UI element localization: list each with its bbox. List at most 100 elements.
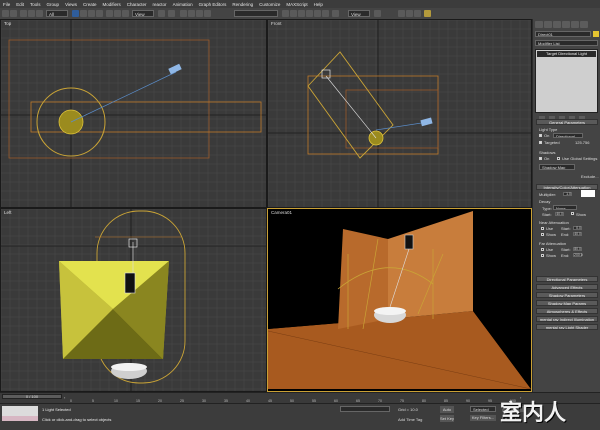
snaps-toggle-icon[interactable]	[180, 10, 187, 17]
use-global-settings-checkbox[interactable]	[557, 157, 560, 160]
select-object-icon[interactable]	[72, 10, 79, 17]
rollout-shadow-map-params[interactable]: Shadow Map Params	[536, 300, 598, 306]
material-editor-icon[interactable]	[322, 10, 329, 17]
menu-item-create[interactable]: Create	[80, 2, 100, 7]
rollout-mental-ray-indirect[interactable]: mental ray Indirect Illumination	[536, 316, 598, 322]
window-crossing-icon[interactable]	[96, 10, 103, 17]
menu-item-file[interactable]: File	[0, 2, 13, 7]
targeted-checkbox[interactable]	[539, 141, 542, 144]
viewport-label-top[interactable]: Top	[4, 21, 11, 26]
near-start-spinner[interactable]: 0.0	[573, 226, 582, 230]
shadows-on-checkbox[interactable]	[539, 157, 542, 160]
maxscript-input-mini[interactable]	[2, 416, 38, 421]
decay-type-dropdown[interactable]: None	[553, 205, 577, 210]
object-color-swatch[interactable]	[593, 31, 599, 37]
select-scale-icon[interactable]	[122, 10, 129, 17]
rollout-shadow-parameters[interactable]: Shadow Parameters	[536, 292, 598, 298]
light-type-dropdown[interactable]: Directional	[553, 133, 583, 138]
key-mode-dropdown[interactable]: Selected	[470, 406, 496, 412]
modifier-list-dropdown[interactable]: Modifier List	[535, 40, 598, 46]
menu-item-reactor[interactable]: reactor	[150, 2, 170, 7]
rectangular-selection-icon[interactable]	[88, 10, 95, 17]
viewport-camera[interactable]: Camera01	[267, 208, 532, 392]
viewport-top[interactable]: Top	[0, 19, 267, 208]
time-slider[interactable]: 0 / 100	[2, 394, 62, 399]
far-start-spinner[interactable]: 80.0	[573, 247, 582, 251]
near-show-checkbox[interactable]	[541, 233, 544, 236]
angle-snap-icon[interactable]	[188, 10, 195, 17]
rollout-mental-ray-light-shader[interactable]: mental ray Light Shader	[536, 324, 598, 330]
hierarchy-tab-icon[interactable]	[553, 21, 561, 28]
menu-item-help[interactable]: Help	[311, 2, 326, 7]
align-icon[interactable]	[290, 10, 297, 17]
render-type-dropdown[interactable]: View	[348, 10, 370, 17]
redo-icon[interactable]	[10, 10, 17, 17]
motion-tab-icon[interactable]	[562, 21, 570, 28]
modifier-stack[interactable]: Target Directional Light	[535, 49, 598, 113]
paint-select-icon[interactable]	[406, 10, 413, 17]
far-show-checkbox[interactable]	[541, 254, 544, 257]
decay-start-spinner[interactable]: 40.0	[555, 212, 564, 216]
teapot-render-icon[interactable]	[424, 10, 431, 17]
menu-item-views[interactable]: Views	[62, 2, 80, 7]
modify-tab-icon[interactable]	[544, 21, 552, 28]
select-rotate-icon[interactable]	[114, 10, 121, 17]
maxscript-listener-mini[interactable]	[2, 406, 38, 416]
menu-item-rendering[interactable]: Rendering	[229, 2, 256, 7]
light-color-swatch[interactable]	[581, 190, 595, 197]
far-use-checkbox[interactable]	[541, 248, 544, 251]
create-tab-icon[interactable]	[535, 21, 543, 28]
general-parameters-rollout[interactable]: General Parameters	[536, 119, 598, 125]
menu-item-modifiers[interactable]: Modifiers	[100, 2, 124, 7]
viewport-front[interactable]: Front	[267, 19, 532, 208]
selection-filter-dropdown[interactable]: All	[46, 10, 68, 17]
menu-item-maxscript[interactable]: MAXScript	[283, 2, 310, 7]
shadow-type-dropdown[interactable]: Shadow Map	[539, 164, 575, 170]
viewport-label-front[interactable]: Front	[271, 21, 282, 26]
percent-snap-icon[interactable]	[196, 10, 203, 17]
named-selection-sets-dropdown[interactable]	[234, 10, 278, 17]
select-by-name-icon[interactable]	[80, 10, 87, 17]
menu-item-customize[interactable]: Customize	[256, 2, 283, 7]
pivot-center-icon[interactable]	[158, 10, 165, 17]
select-manipulate-icon[interactable]	[168, 10, 175, 17]
add-time-tag-button[interactable]: Add Time Tag	[398, 417, 422, 422]
multiplier-spinner[interactable]: 1.0	[563, 192, 572, 196]
menu-item-tools[interactable]: Tools	[27, 2, 44, 7]
snap-3d-icon[interactable]	[414, 10, 421, 17]
reference-coord-dropdown[interactable]: View	[132, 10, 154, 17]
modifier-stack-item[interactable]: Target Directional Light	[537, 51, 596, 57]
select-move-icon[interactable]	[106, 10, 113, 17]
link-icon[interactable]	[20, 10, 27, 17]
near-use-checkbox[interactable]	[541, 227, 544, 230]
menu-item-group[interactable]: Group	[44, 2, 63, 7]
viewport-label-left[interactable]: Left	[4, 210, 12, 215]
curve-editor-icon[interactable]	[306, 10, 313, 17]
exclude-button[interactable]: Exclude...	[581, 174, 599, 179]
utilities-tab-icon[interactable]	[580, 21, 588, 28]
key-filters-button[interactable]: Key Filters...	[470, 415, 496, 421]
rollout-directional-parameters[interactable]: Directional Parameters	[536, 276, 598, 282]
menu-item-character[interactable]: Character	[124, 2, 150, 7]
rollout-atmospheres-effects[interactable]: Atmospheres & Effects	[536, 308, 598, 314]
bind-space-warp-icon[interactable]	[36, 10, 43, 17]
select-region-icon[interactable]	[398, 10, 405, 17]
menu-item-edit[interactable]: Edit	[13, 2, 27, 7]
schematic-view-icon[interactable]	[314, 10, 321, 17]
undo-icon[interactable]	[2, 10, 9, 17]
time-prev-icon[interactable]: ‹	[64, 395, 68, 400]
spinner-snap-icon[interactable]	[204, 10, 211, 17]
render-setup-icon[interactable]	[332, 10, 339, 17]
object-name-field[interactable]: Direct01	[535, 31, 591, 37]
decay-show-checkbox[interactable]	[571, 212, 574, 215]
set-key-button[interactable]: Set Key	[440, 415, 454, 422]
display-tab-icon[interactable]	[571, 21, 579, 28]
far-end-spinner[interactable]: 200.0	[573, 253, 583, 257]
menu-item-animation[interactable]: Animation	[170, 2, 196, 7]
layer-manager-icon[interactable]	[298, 10, 305, 17]
menu-item-graph-editors[interactable]: Graph Editors	[196, 2, 230, 7]
near-end-spinner[interactable]: 40.0	[573, 232, 582, 236]
unlink-icon[interactable]	[28, 10, 35, 17]
viewport-label-camera[interactable]: Camera01	[271, 210, 292, 215]
quick-render-icon[interactable]	[374, 10, 381, 17]
